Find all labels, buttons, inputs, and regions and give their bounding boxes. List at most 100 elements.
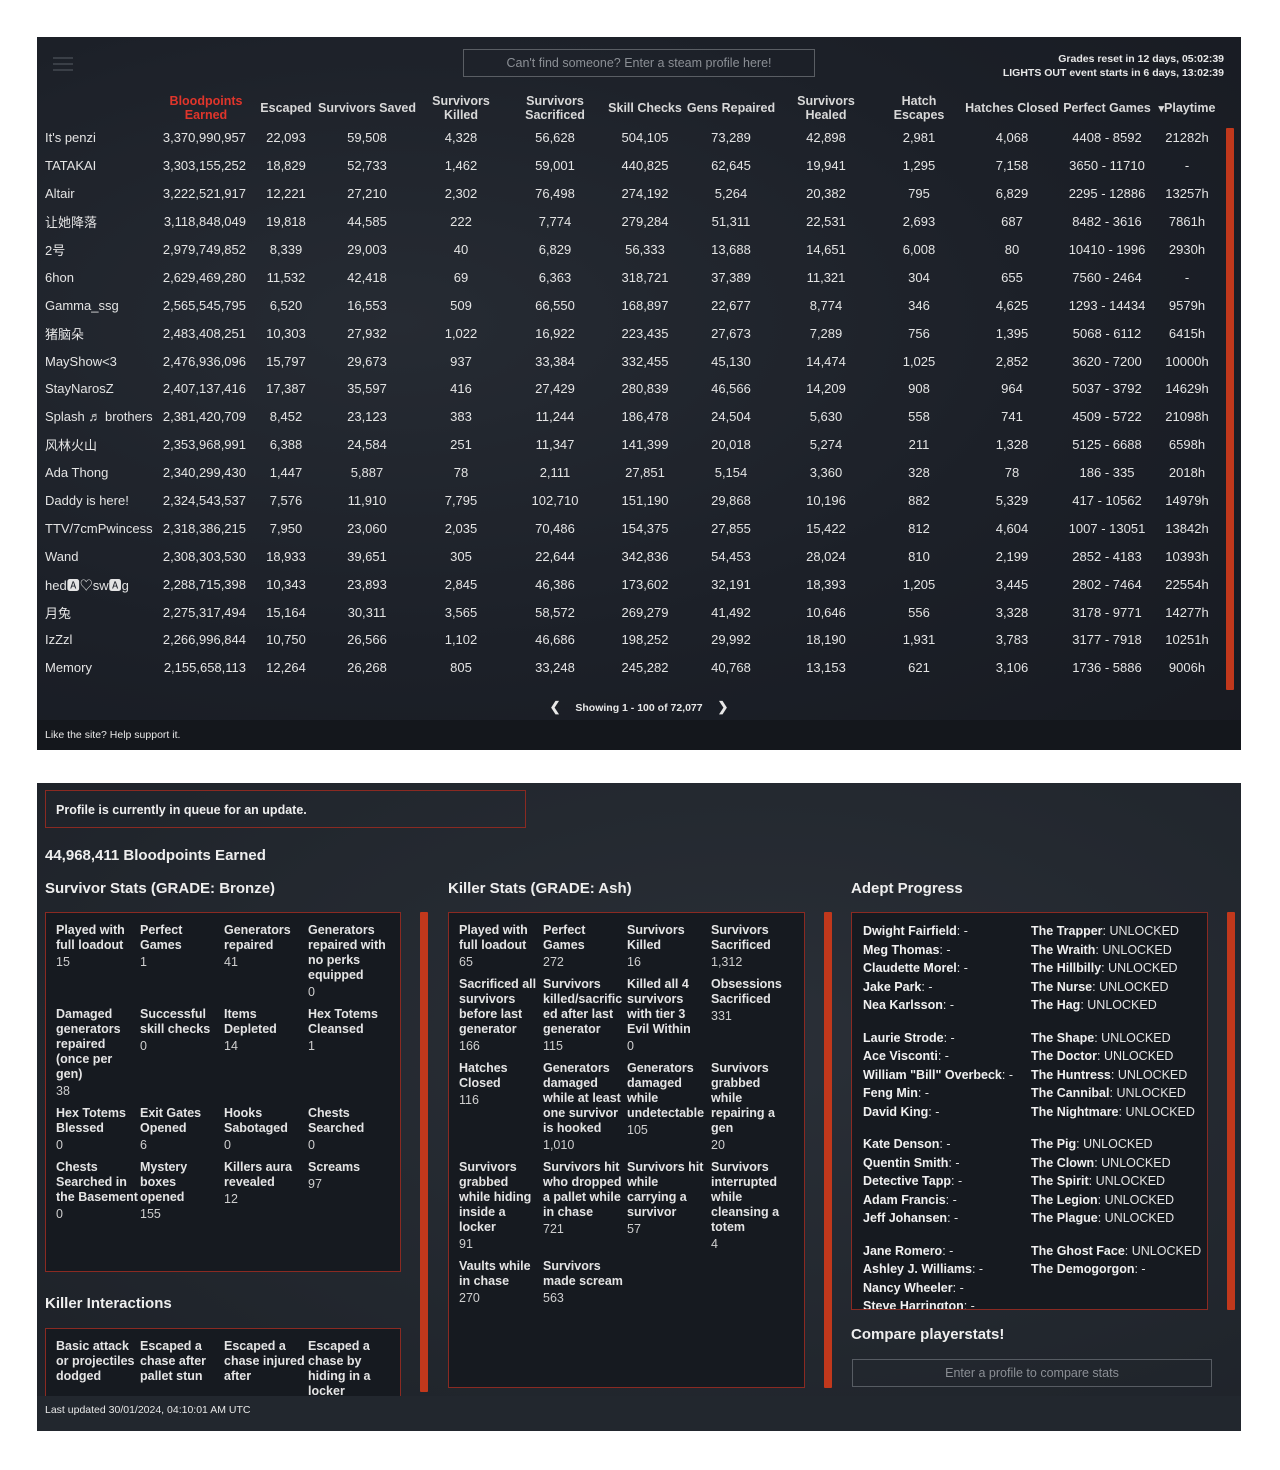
stat-cell: 1293 - 14434 [1068, 297, 1146, 313]
table-row[interactable]: MayShow<3 2,476,936,096 15,797 29,673 937 33,… [45, 347, 1222, 375]
table-row[interactable]: 风林火山 2,353,968,991 6,388 24,584 251 11,347 141… [45, 431, 1222, 459]
stat-cell: 416 [450, 381, 472, 397]
column-header[interactable]: Survivors Killed [416, 92, 506, 124]
table-row[interactable]: Splash ♬ brothers 2,381,420,709 8,452 23,12… [45, 403, 1222, 431]
column-header[interactable]: Perfect Games [1062, 92, 1152, 124]
player-name[interactable]: It's penzi [45, 124, 158, 152]
stat-value: 116 [459, 1093, 479, 1107]
last-updated-footer: Last updated 30/01/2024, 04:10:01 AM UTC [37, 1396, 1241, 1431]
stat-cell: 9006h [1168, 660, 1206, 676]
player-name[interactable]: Altair [45, 180, 158, 208]
table-row[interactable]: It's penzi 3,370,990,957 22,093 59,508 4,328… [45, 124, 1222, 152]
chevron-right-icon[interactable]: ❯ [718, 699, 729, 714]
stat-cell: 245,282 [621, 660, 669, 676]
column-header[interactable]: Hatches Closed [962, 92, 1062, 124]
player-name[interactable]: 月兔 [45, 598, 158, 626]
stat-value: 20 [711, 1138, 725, 1152]
compare-profile-input[interactable] [852, 1359, 1212, 1387]
column-header[interactable] [45, 92, 158, 124]
adept-killer-item: The Cannibal: UNLOCKED [1031, 1086, 1186, 1100]
table-row[interactable]: Altair 3,222,521,917 12,221 27,210 2,302 76,4… [45, 180, 1222, 208]
menu-icon[interactable] [53, 57, 73, 71]
player-name[interactable]: StayNarosZ [45, 375, 158, 403]
stat-cell: 46,566 [711, 381, 751, 397]
column-header[interactable]: Skill Checks [604, 92, 686, 124]
adept-scrollbar[interactable] [1227, 912, 1235, 1310]
stat-value: 563 [543, 1291, 564, 1305]
column-header[interactable]: Escaped [254, 92, 318, 124]
column-header[interactable]: Bloodpoints Earned [158, 92, 254, 124]
player-name[interactable]: MayShow<3 [45, 347, 158, 375]
adept-killer-item: The Trapper: UNLOCKED [1031, 924, 1179, 938]
stat-cell: 5037 - 3792 [1072, 381, 1142, 397]
player-name[interactable]: Daddy is here! [45, 487, 158, 515]
column-header[interactable]: Survivors Sacrificed [506, 92, 604, 124]
column-header[interactable]: Hatch Escapes [876, 92, 962, 124]
player-name[interactable]: 2号 [45, 236, 158, 264]
player-name[interactable]: 让她降落 [45, 208, 158, 236]
stat-label: Perfect Games [543, 923, 586, 952]
table-row[interactable]: 让她降落 3,118,848,049 19,818 44,585 222 7,774 279… [45, 208, 1222, 236]
support-link[interactable]: Like the site? Help support it. [45, 729, 180, 741]
adept-status: UNLOCKED [1108, 961, 1178, 975]
stat-cell: 186 - 335 [1079, 465, 1135, 481]
player-name[interactable]: IzZzl [45, 626, 158, 654]
table-row[interactable]: Daddy is here! 2,324,543,537 7,576 11,910 7,… [45, 487, 1222, 515]
table-row[interactable]: 6hon 2,629,469,280 11,532 42,418 69 6,363 318,… [45, 263, 1222, 291]
player-name[interactable]: Ada Thong [45, 459, 158, 487]
column-header[interactable]: Survivors Saved [318, 92, 416, 124]
stat-cell: 5,264 [714, 186, 748, 202]
stat-cell: 7,576 [269, 493, 303, 509]
table-row[interactable]: hed🅰♡sw🅰g 2,288,715,398 10,343 23,893 2,845 4… [45, 570, 1222, 598]
adept-killer-item: The Nightmare: UNLOCKED [1031, 1104, 1195, 1119]
table-row[interactable]: 猪脑朵 2,483,408,251 10,303 27,932 1,022 16,922 2… [45, 319, 1222, 347]
chevron-left-icon[interactable]: ❮ [550, 699, 561, 714]
survivor-scrollbar[interactable] [420, 912, 428, 1392]
table-scrollbar[interactable] [1226, 128, 1234, 690]
stat-item: Played with full loadout 15 [56, 923, 140, 1007]
table-row[interactable]: Gamma_ssg 2,565,545,795 6,520 16,553 509 66,5… [45, 291, 1222, 319]
player-name[interactable]: Gamma_ssg [45, 291, 158, 319]
stat-cell: 4,328 [444, 130, 478, 146]
player-name[interactable]: TATAKAI [45, 152, 158, 180]
player-name[interactable]: Memory [45, 654, 158, 682]
stat-item: Survivors interrupted while cleansing a … [711, 1160, 795, 1259]
table-row[interactable]: Memory 2,155,658,113 12,264 26,268 805 33,248… [45, 654, 1222, 682]
stat-cell: 2,629,469,280 [162, 269, 246, 285]
stat-value: 6 [140, 1138, 147, 1152]
player-name[interactable]: Splash ♬ brothers [45, 403, 158, 431]
column-header[interactable]: Survivors Healed [776, 92, 876, 124]
stat-cell: 18,190 [806, 632, 846, 648]
table-row[interactable]: TTV/7cmPwincess 2,318,386,215 7,950 23,060 2… [45, 514, 1222, 542]
stat-label: Killers aura revealed [224, 1160, 293, 1189]
stat-cell: 10251h [1165, 632, 1209, 648]
table-row[interactable]: IzZzl 2,266,996,844 10,750 26,566 1,102 46,68… [45, 626, 1222, 654]
last-updated-text: Last updated 30/01/2024, 04:10:01 AM UTC [45, 1404, 251, 1416]
steam-profile-search-input[interactable] [463, 49, 815, 77]
player-name[interactable]: 6hon [45, 263, 158, 291]
table-row[interactable]: 月兔 2,275,317,494 15,164 30,311 3,565 58,572 26… [45, 598, 1222, 626]
adept-survivor-item: Adam Francis: - [863, 1192, 957, 1207]
table-row[interactable]: Ada Thong 2,340,299,430 1,447 5,887 78 2,111 2… [45, 459, 1222, 487]
column-header[interactable]: ▾Playtime [1152, 92, 1222, 124]
stat-cell: 2,979,749,852 [162, 242, 246, 257]
adept-killer-item: The Demogorgon: - [1031, 1262, 1146, 1276]
stat-cell: 18,393 [806, 576, 846, 592]
stat-cell: 73,289 [711, 130, 751, 146]
stat-cell: 7,289 [809, 325, 843, 341]
player-name[interactable]: 猪脑朵 [45, 319, 158, 347]
table-row[interactable]: StayNarosZ 2,407,137,416 17,387 35,597 416 27… [45, 375, 1222, 403]
table-row[interactable]: TATAKAI 3,303,155,252 18,829 52,733 1,462 59,… [45, 152, 1222, 180]
table-row[interactable]: Wand 2,308,303,530 18,933 39,651 305 22,644 34… [45, 542, 1222, 570]
column-header[interactable]: Gens Repaired [686, 92, 776, 124]
killer-scrollbar[interactable] [824, 912, 832, 1388]
player-name[interactable]: hed🅰♡sw🅰g [45, 570, 158, 598]
stat-cell: 279,284 [621, 214, 669, 230]
player-name[interactable]: 风林火山 [45, 431, 158, 459]
player-name[interactable]: TTV/7cmPwincess [45, 514, 158, 542]
adept-killer-item: The Legion: UNLOCKED [1031, 1192, 1175, 1207]
table-row[interactable]: 2号 2,979,749,852 8,339 29,003 40 6,829 56,333 1… [45, 236, 1222, 264]
stat-cell: 4509 - 5722 [1072, 409, 1142, 425]
stat-cell: 18,829 [266, 158, 306, 174]
player-name[interactable]: Wand [45, 542, 158, 570]
